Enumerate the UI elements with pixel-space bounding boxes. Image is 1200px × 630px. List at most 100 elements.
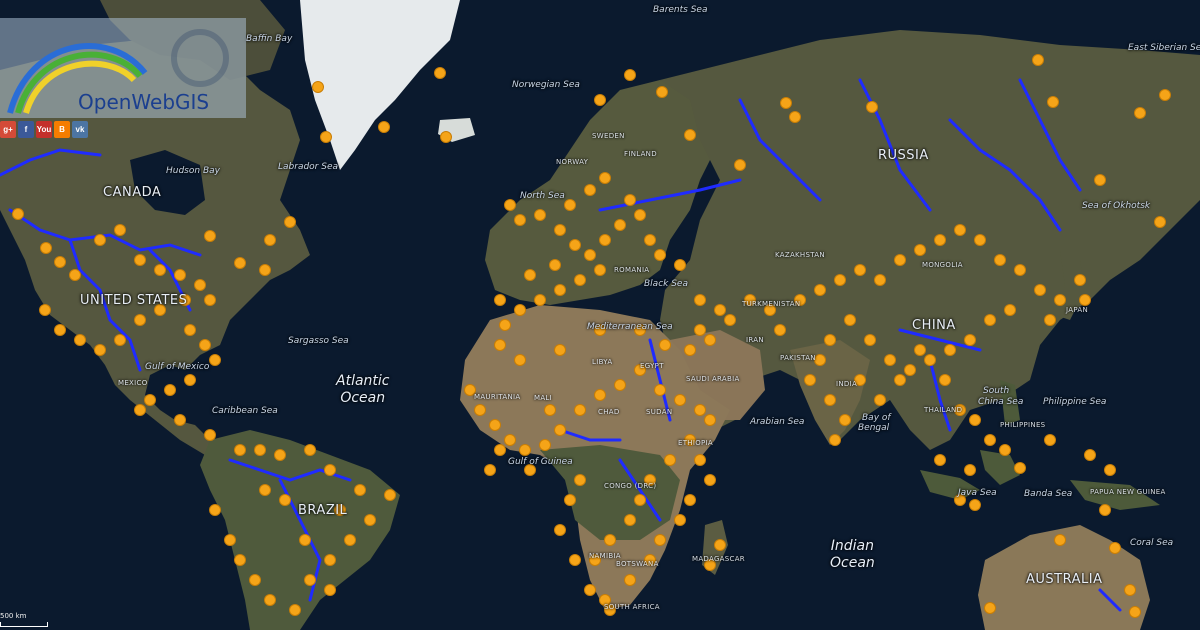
map-point-marker[interactable]	[914, 244, 926, 256]
map-point-marker[interactable]	[274, 449, 286, 461]
map-point-marker[interactable]	[434, 67, 446, 79]
google-plus-icon[interactable]: g+	[0, 121, 16, 138]
map-point-marker[interactable]	[704, 334, 716, 346]
map-point-marker[interactable]	[504, 199, 516, 211]
map-point-marker[interactable]	[724, 314, 736, 326]
map-point-marker[interactable]	[839, 414, 851, 426]
map-point-marker[interactable]	[324, 464, 336, 476]
map-point-marker[interactable]	[524, 269, 536, 281]
map-point-marker[interactable]	[984, 314, 996, 326]
map-point-marker[interactable]	[1034, 284, 1046, 296]
map-point-marker[interactable]	[484, 464, 496, 476]
map-point-marker[interactable]	[1124, 584, 1136, 596]
vk-icon[interactable]: vk	[72, 121, 88, 138]
map-point-marker[interactable]	[1109, 542, 1121, 554]
map-point-marker[interactable]	[1159, 89, 1171, 101]
map-point-marker[interactable]	[324, 554, 336, 566]
map-point-marker[interactable]	[514, 304, 526, 316]
map-point-marker[interactable]	[674, 259, 686, 271]
map-point-marker[interactable]	[824, 334, 836, 346]
map-point-marker[interactable]	[1032, 54, 1044, 66]
map-point-marker[interactable]	[874, 274, 886, 286]
map-point-marker[interactable]	[1099, 504, 1111, 516]
map-point-marker[interactable]	[969, 499, 981, 511]
map-point-marker[interactable]	[1104, 464, 1116, 476]
map-point-marker[interactable]	[234, 554, 246, 566]
map-point-marker[interactable]	[1047, 96, 1059, 108]
map-point-marker[interactable]	[134, 314, 146, 326]
map-point-marker[interactable]	[174, 414, 186, 426]
map-point-marker[interactable]	[694, 404, 706, 416]
map-point-marker[interactable]	[354, 484, 366, 496]
map-point-marker[interactable]	[554, 284, 566, 296]
map-point-marker[interactable]	[954, 224, 966, 236]
map-point-marker[interactable]	[924, 354, 936, 366]
map-point-marker[interactable]	[714, 304, 726, 316]
map-point-marker[interactable]	[504, 434, 516, 446]
map-point-marker[interactable]	[624, 69, 636, 81]
map-point-marker[interactable]	[969, 414, 981, 426]
map-point-marker[interactable]	[574, 474, 586, 486]
map-point-marker[interactable]	[494, 444, 506, 456]
map-point-marker[interactable]	[624, 514, 636, 526]
map-point-marker[interactable]	[964, 334, 976, 346]
map-point-marker[interactable]	[634, 494, 646, 506]
map-point-marker[interactable]	[534, 294, 546, 306]
map-point-marker[interactable]	[54, 256, 66, 268]
map-point-marker[interactable]	[494, 294, 506, 306]
map-point-marker[interactable]	[874, 394, 886, 406]
map-point-marker[interactable]	[40, 242, 52, 254]
map-point-marker[interactable]	[1054, 534, 1066, 546]
map-point-marker[interactable]	[194, 279, 206, 291]
map-point-marker[interactable]	[204, 294, 216, 306]
map-point-marker[interactable]	[694, 324, 706, 336]
map-point-marker[interactable]	[994, 254, 1006, 266]
map-point-marker[interactable]	[654, 534, 666, 546]
map-point-marker[interactable]	[534, 209, 546, 221]
map-point-marker[interactable]	[734, 159, 746, 171]
map-point-marker[interactable]	[299, 534, 311, 546]
map-point-marker[interactable]	[74, 334, 86, 346]
map-point-marker[interactable]	[564, 199, 576, 211]
map-point-marker[interactable]	[1079, 294, 1091, 306]
map-point-marker[interactable]	[864, 334, 876, 346]
map-point-marker[interactable]	[584, 184, 596, 196]
map-point-marker[interactable]	[209, 504, 221, 516]
map-point-marker[interactable]	[814, 284, 826, 296]
map-canvas[interactable]: CANADA UNITED STATES BRAZIL RUSSIA CHINA…	[0, 0, 1200, 630]
map-point-marker[interactable]	[134, 254, 146, 266]
map-point-marker[interactable]	[1094, 174, 1106, 186]
map-point-marker[interactable]	[624, 574, 636, 586]
map-point-marker[interactable]	[914, 344, 926, 356]
map-point-marker[interactable]	[324, 584, 336, 596]
map-point-marker[interactable]	[1044, 314, 1056, 326]
map-point-marker[interactable]	[554, 424, 566, 436]
map-point-marker[interactable]	[209, 354, 221, 366]
map-point-marker[interactable]	[694, 294, 706, 306]
map-point-marker[interactable]	[224, 534, 236, 546]
map-point-marker[interactable]	[644, 234, 656, 246]
map-point-marker[interactable]	[144, 394, 156, 406]
map-point-marker[interactable]	[204, 429, 216, 441]
map-point-marker[interactable]	[894, 254, 906, 266]
map-point-marker[interactable]	[594, 389, 606, 401]
map-point-marker[interactable]	[866, 101, 878, 113]
map-point-marker[interactable]	[574, 404, 586, 416]
map-point-marker[interactable]	[569, 554, 581, 566]
map-point-marker[interactable]	[279, 494, 291, 506]
map-point-marker[interactable]	[539, 439, 551, 451]
map-point-marker[interactable]	[384, 489, 396, 501]
map-point-marker[interactable]	[654, 384, 666, 396]
map-point-marker[interactable]	[974, 234, 986, 246]
map-point-marker[interactable]	[854, 264, 866, 276]
map-point-marker[interactable]	[694, 454, 706, 466]
map-point-marker[interactable]	[1084, 449, 1096, 461]
map-point-marker[interactable]	[634, 209, 646, 221]
map-point-marker[interactable]	[554, 224, 566, 236]
map-point-marker[interactable]	[684, 494, 696, 506]
map-point-marker[interactable]	[264, 234, 276, 246]
map-point-marker[interactable]	[494, 339, 506, 351]
map-point-marker[interactable]	[824, 394, 836, 406]
map-point-marker[interactable]	[1074, 274, 1086, 286]
map-point-marker[interactable]	[704, 474, 716, 486]
